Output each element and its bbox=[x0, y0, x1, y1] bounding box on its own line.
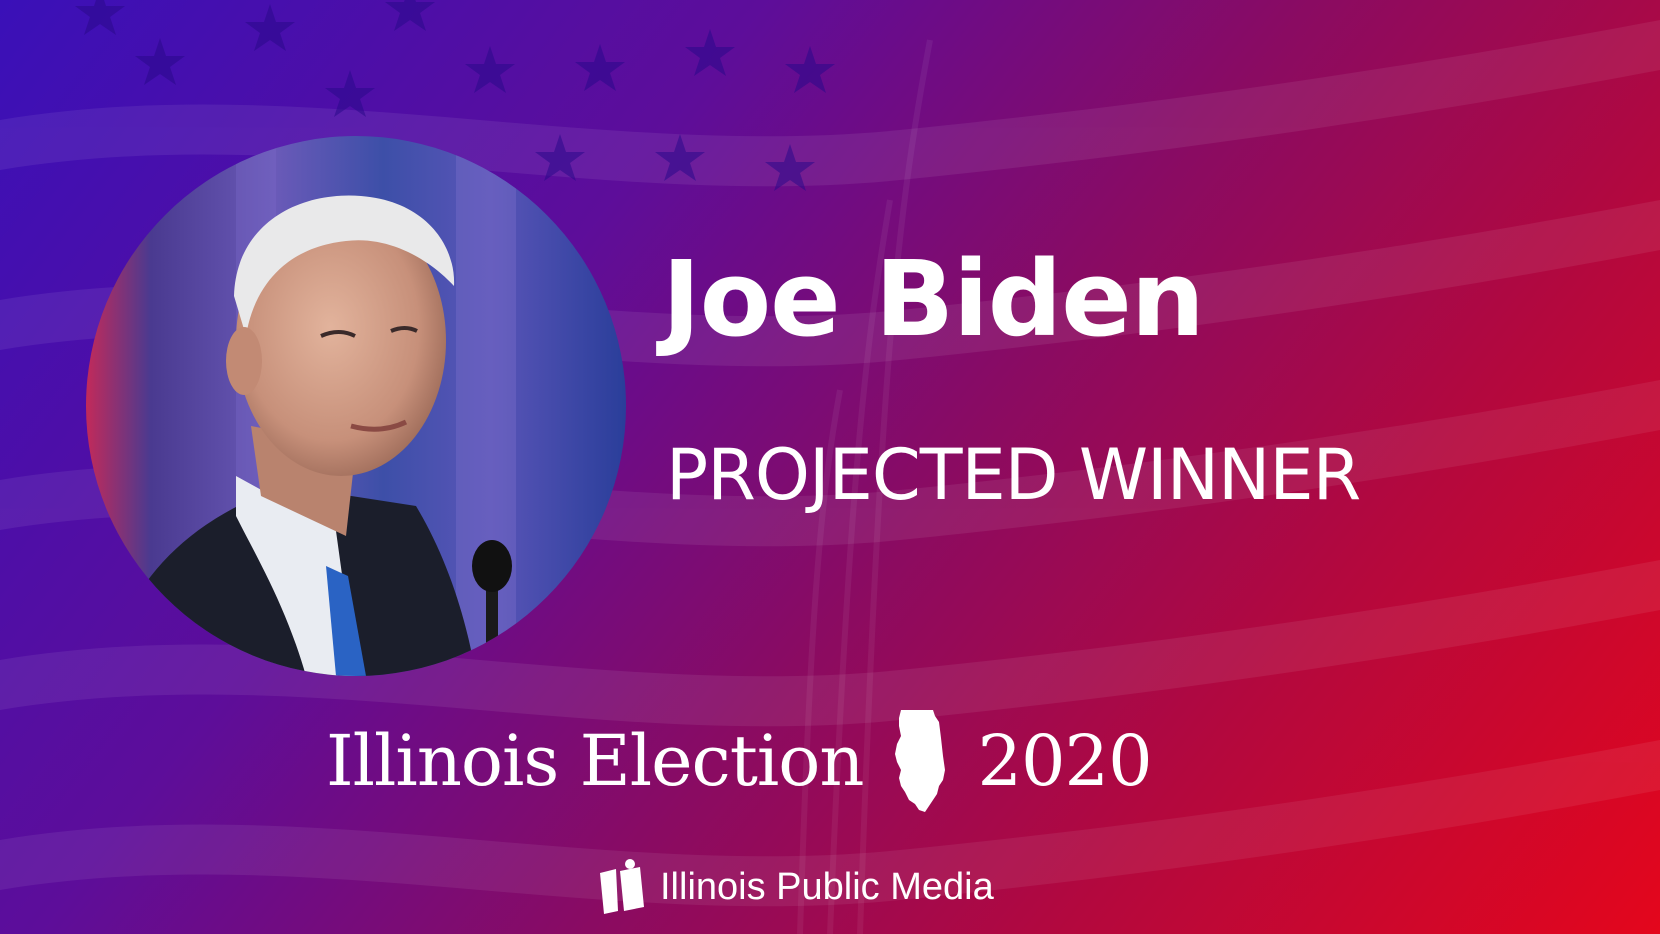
candidate-name: Joe Biden bbox=[662, 238, 1205, 360]
election-banner: Illinois Election 2020 bbox=[326, 706, 1153, 816]
election-year: 2020 bbox=[977, 720, 1152, 802]
election-title: Illinois Election bbox=[326, 720, 864, 802]
brand-name: Illinois Public Media bbox=[660, 865, 994, 908]
candidate-portrait bbox=[86, 136, 626, 676]
illinois-state-outline-icon bbox=[893, 708, 947, 814]
projected-winner-label: PROJECTED WINNER bbox=[666, 434, 1361, 516]
illinois-public-media-logo-icon bbox=[596, 859, 648, 915]
brand-footer: Illinois Public Media bbox=[596, 858, 994, 916]
